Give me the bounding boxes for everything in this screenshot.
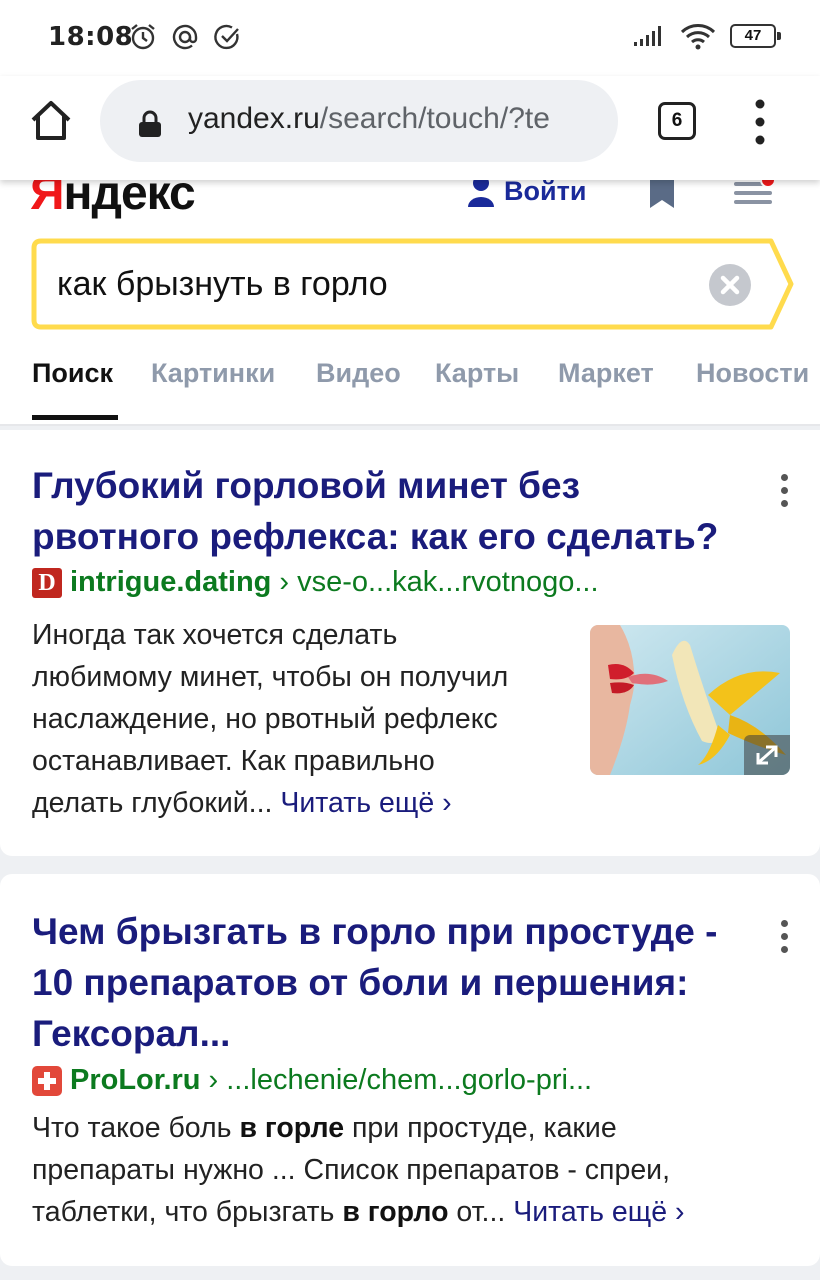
- battery-icon: 47: [730, 24, 781, 48]
- url-path: /search/touch/?te: [319, 102, 550, 135]
- result-menu-icon[interactable]: [780, 920, 788, 956]
- wifi-icon: [680, 24, 716, 50]
- result-path: › ...lechenie/chem...gorlo-pri...: [208, 1064, 593, 1096]
- hamburger-menu-icon[interactable]: [734, 172, 776, 206]
- site-favicon-icon: [32, 1065, 62, 1096]
- tab-video[interactable]: Видео: [316, 358, 401, 389]
- tab-news[interactable]: Новости: [696, 358, 809, 389]
- at-icon: [172, 24, 198, 50]
- url-bar[interactable]: yandex.ru/search/touch/?te: [100, 80, 618, 162]
- result-title-link[interactable]: Чем брызгать в горло при простуде - 10 п…: [32, 906, 717, 1059]
- expand-icon[interactable]: [744, 735, 790, 775]
- browser-toolbar: yandex.ru/search/touch/?te 6: [0, 76, 820, 180]
- tab-images[interactable]: Картинки: [151, 358, 275, 389]
- search-input[interactable]: как брызнуть в горло: [57, 265, 388, 304]
- clear-icon[interactable]: [709, 264, 751, 306]
- result-domain: intrigue.dating: [70, 566, 272, 598]
- result-snippet: Что такое боль в горле при простуде, как…: [32, 1112, 685, 1228]
- battery-level: 47: [744, 27, 762, 44]
- search-field[interactable]: как брызнуть в горло: [31, 238, 794, 330]
- alarm-icon: [131, 24, 155, 50]
- signal-icon: [634, 26, 661, 46]
- bookmark-icon[interactable]: [648, 176, 676, 210]
- login-label: Войти: [504, 175, 587, 206]
- search-header: Яндекс Войти как брызнуть в горло Поиск …: [0, 167, 820, 426]
- result-snippet: Иногда так хочется сделать любимому мине…: [32, 619, 509, 819]
- active-tab-indicator: [32, 415, 118, 420]
- result-path: › vse-o...kak...rvotnogo...: [279, 566, 599, 598]
- search-result: Глубокий горловой минет без рвотного реф…: [0, 430, 820, 856]
- result-menu-icon[interactable]: [780, 474, 788, 510]
- result-url[interactable]: ProLor.ru › ...lechenie/chem...gorlo-pri…: [32, 1064, 592, 1097]
- more-vert-icon[interactable]: [745, 94, 775, 150]
- tab-search[interactable]: Поиск: [32, 358, 113, 389]
- url-text: yandex.ru/search/touch/?te: [188, 102, 550, 136]
- status-time: 18:08: [48, 22, 134, 52]
- home-icon[interactable]: [28, 98, 74, 144]
- search-tabs: Поиск Картинки Видео Карты Маркет Новост…: [0, 350, 820, 426]
- search-result: Чем брызгать в горло при простуде - 10 п…: [0, 874, 820, 1266]
- result-thumbnail[interactable]: [590, 625, 790, 775]
- read-more-link[interactable]: Читать ещё ›: [280, 787, 451, 819]
- status-bar: 18:08 47: [0, 0, 820, 76]
- tab-market[interactable]: Маркет: [558, 358, 654, 389]
- result-domain: ProLor.ru: [70, 1064, 201, 1096]
- lock-icon: [139, 110, 161, 137]
- tab-switcher-button[interactable]: 6: [658, 102, 696, 140]
- result-url[interactable]: D intrigue.dating › vse-o...kak...rvotno…: [32, 566, 599, 599]
- result-title-link[interactable]: Глубокий горловой минет без рвотного реф…: [32, 460, 718, 562]
- check-circle-icon: [214, 24, 239, 50]
- tab-maps[interactable]: Карты: [435, 358, 519, 389]
- read-more-link[interactable]: Читать ещё ›: [513, 1196, 684, 1228]
- url-domain: yandex.ru: [188, 102, 320, 135]
- site-favicon-icon: D: [32, 567, 62, 598]
